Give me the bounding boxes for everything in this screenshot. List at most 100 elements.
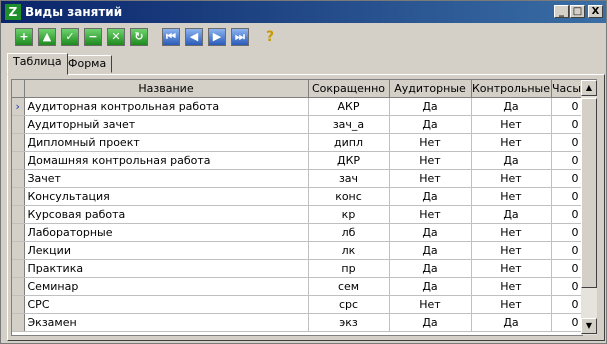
table-cell[interactable]: 0: [551, 115, 582, 134]
row-indicator[interactable]: [12, 277, 25, 296]
table-cell[interactable]: Да: [471, 313, 552, 332]
table-cell[interactable]: Нет: [471, 115, 552, 134]
table-cell[interactable]: Нет: [471, 259, 552, 278]
table-cell[interactable]: Аудиторная контрольная работа: [24, 97, 309, 116]
table-cell[interactable]: СРС: [24, 295, 309, 314]
scroll-down-icon[interactable]: ▼: [581, 318, 597, 334]
table-row[interactable]: Практика пр Да Нет 0: [12, 259, 582, 278]
table-cell[interactable]: Да: [389, 115, 472, 134]
first-record-icon[interactable]: ⏮: [162, 28, 180, 46]
table-row[interactable]: Аудиторный зачет зач_а Да Нет 0: [12, 115, 582, 134]
table-cell[interactable]: лб: [308, 223, 390, 242]
remove-icon[interactable]: −: [84, 28, 102, 46]
maximize-button[interactable]: □: [570, 5, 585, 18]
table-cell[interactable]: дипл: [308, 133, 390, 152]
table-cell[interactable]: 0: [551, 313, 582, 332]
table-cell[interactable]: кр: [308, 205, 390, 224]
row-indicator[interactable]: [12, 115, 25, 134]
last-record-icon[interactable]: ⏭: [231, 28, 249, 46]
table-cell[interactable]: Да: [471, 151, 552, 170]
minimize-button[interactable]: _: [554, 5, 569, 18]
row-indicator[interactable]: ›: [12, 97, 25, 116]
row-indicator[interactable]: [12, 295, 25, 314]
table-cell[interactable]: 0: [551, 205, 582, 224]
table-cell[interactable]: 0: [551, 97, 582, 116]
table-row[interactable]: Домашняя контрольная работа ДКР Нет Да 0: [12, 151, 582, 170]
table-cell[interactable]: Нет: [471, 295, 552, 314]
column-header-short[interactable]: Сокращенно: [308, 80, 390, 98]
table-cell[interactable]: Нет: [389, 169, 472, 188]
table-cell[interactable]: 0: [551, 187, 582, 206]
table-cell[interactable]: 0: [551, 169, 582, 188]
tab-table[interactable]: Таблица: [7, 53, 68, 75]
column-header-classroom[interactable]: Аудиторные: [389, 80, 472, 98]
table-cell[interactable]: Семинар: [24, 277, 309, 296]
table-cell[interactable]: Да: [389, 187, 472, 206]
table-row[interactable]: Консультация конс Да Нет 0: [12, 187, 582, 206]
table-cell[interactable]: зач_а: [308, 115, 390, 134]
move-up-icon[interactable]: ▲: [38, 28, 56, 46]
table-cell[interactable]: Да: [389, 223, 472, 242]
close-button[interactable]: X: [588, 5, 603, 18]
row-indicator[interactable]: [12, 205, 25, 224]
table-cell[interactable]: 0: [551, 259, 582, 278]
check-icon[interactable]: ✓: [61, 28, 79, 46]
help-icon[interactable]: ?: [261, 28, 279, 46]
table-cell[interactable]: Да: [389, 277, 472, 296]
table-cell[interactable]: Нет: [389, 151, 472, 170]
table-cell[interactable]: срс: [308, 295, 390, 314]
table-cell[interactable]: 0: [551, 241, 582, 260]
table-cell[interactable]: Нет: [389, 295, 472, 314]
table-cell[interactable]: 0: [551, 133, 582, 152]
scroll-up-icon[interactable]: ▲: [581, 80, 597, 96]
row-indicator[interactable]: [12, 169, 25, 188]
table-cell[interactable]: Нет: [471, 133, 552, 152]
table-cell[interactable]: Нет: [471, 169, 552, 188]
table-cell[interactable]: Да: [389, 97, 472, 116]
table-cell[interactable]: 0: [551, 223, 582, 242]
table-cell[interactable]: Да: [389, 241, 472, 260]
table-cell[interactable]: Нет: [471, 277, 552, 296]
table-cell[interactable]: 0: [551, 151, 582, 170]
table-cell[interactable]: Нет: [471, 241, 552, 260]
table-cell[interactable]: Консультация: [24, 187, 309, 206]
table-cell[interactable]: Да: [389, 313, 472, 332]
add-icon[interactable]: +: [15, 28, 33, 46]
table-row[interactable]: › Аудиторная контрольная работа АКР Да Да 0: [12, 97, 582, 116]
table-cell[interactable]: Курсовая работа: [24, 205, 309, 224]
table-row[interactable]: Лекции лк Да Нет 0: [12, 241, 582, 260]
table-cell[interactable]: пр: [308, 259, 390, 278]
data-grid[interactable]: Название Сокращенно Аудиторные Контрольн…: [11, 79, 583, 336]
table-cell[interactable]: экз: [308, 313, 390, 332]
table-row[interactable]: СРС срс Нет Нет 0: [12, 295, 582, 314]
table-cell[interactable]: Да: [471, 97, 552, 116]
table-row[interactable]: Дипломный проект дипл Нет Нет 0: [12, 133, 582, 152]
row-indicator[interactable]: [12, 259, 25, 278]
table-cell[interactable]: ДКР: [308, 151, 390, 170]
table-cell[interactable]: зач: [308, 169, 390, 188]
table-cell[interactable]: Да: [471, 205, 552, 224]
column-header-control[interactable]: Контрольные: [471, 80, 552, 98]
table-cell[interactable]: 0: [551, 295, 582, 314]
table-cell[interactable]: 0: [551, 277, 582, 296]
cancel-icon[interactable]: ✕: [107, 28, 125, 46]
table-cell[interactable]: Дипломный проект: [24, 133, 309, 152]
table-cell[interactable]: Нет: [471, 223, 552, 242]
table-cell[interactable]: Нет: [471, 187, 552, 206]
table-row[interactable]: Зачет зач Нет Нет 0: [12, 169, 582, 188]
title-bar[interactable]: Z Виды занятий _ □ X: [1, 1, 606, 23]
table-cell[interactable]: лк: [308, 241, 390, 260]
tab-form[interactable]: Форма: [62, 55, 113, 73]
prior-record-icon[interactable]: ◀: [185, 28, 203, 46]
next-record-icon[interactable]: ▶: [208, 28, 226, 46]
vertical-scrollbar[interactable]: ▲ ▼: [581, 79, 597, 335]
table-cell[interactable]: АКР: [308, 97, 390, 116]
table-row[interactable]: Экзамен экз Да Да 0: [12, 313, 582, 332]
table-row[interactable]: Семинар сем Да Нет 0: [12, 277, 582, 296]
column-header-hours[interactable]: Часы: [551, 80, 582, 98]
table-cell[interactable]: Зачет: [24, 169, 309, 188]
table-cell[interactable]: Домашняя контрольная работа: [24, 151, 309, 170]
refresh-icon[interactable]: ↻: [130, 28, 148, 46]
scroll-thumb[interactable]: [581, 98, 597, 288]
row-indicator[interactable]: [12, 241, 25, 260]
